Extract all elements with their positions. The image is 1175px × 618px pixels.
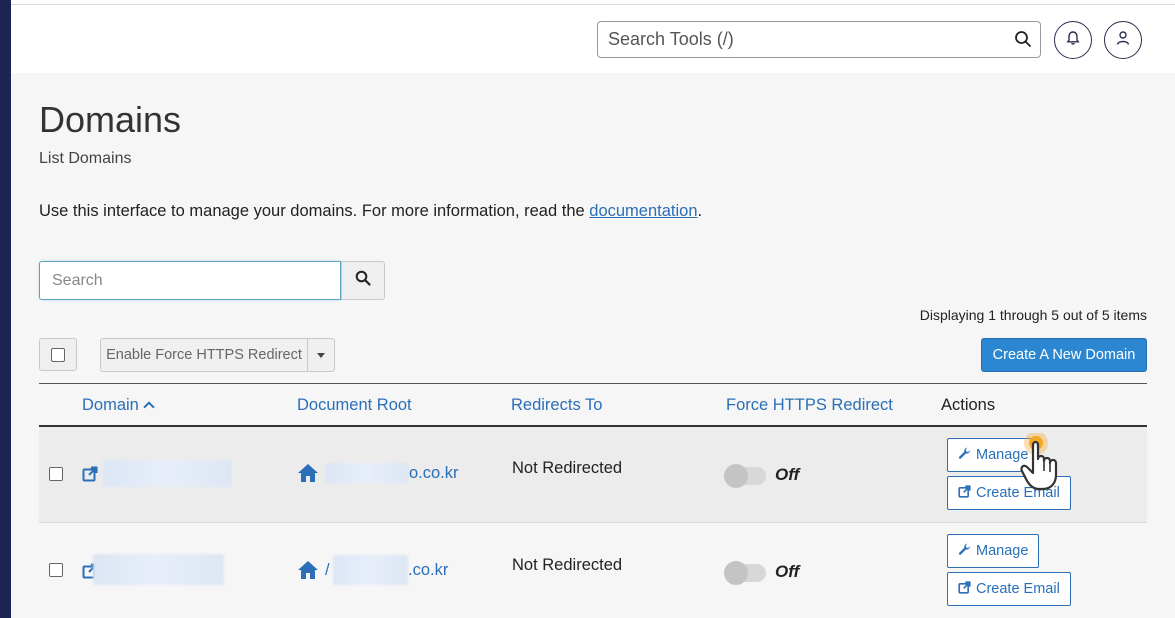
domain-search-input[interactable] bbox=[40, 262, 340, 299]
main-content: Domains List Domains Use this interface … bbox=[11, 73, 1175, 618]
https-dropdown-toggle[interactable] bbox=[308, 338, 335, 372]
force-https-toggle[interactable] bbox=[724, 464, 766, 488]
create-new-domain-button[interactable]: Create A New Domain bbox=[981, 338, 1147, 372]
table-header: Domain Document Root Redirects To Force … bbox=[39, 383, 1147, 427]
enable-force-https-button[interactable]: Enable Force HTTPS Redirect bbox=[100, 338, 308, 372]
table-row: / .co.kr Not Redirected Off Manage Creat… bbox=[39, 523, 1147, 618]
hand-pointer-icon bbox=[1019, 431, 1091, 510]
toggle-state-label: Off bbox=[775, 562, 800, 581]
documentation-link[interactable]: documentation bbox=[589, 202, 697, 220]
column-header-force-https[interactable]: Force HTTPS Redirect bbox=[726, 396, 893, 415]
notifications-button[interactable] bbox=[1054, 21, 1092, 59]
tools-search[interactable] bbox=[597, 21, 1041, 58]
create-email-button[interactable]: Create Email bbox=[947, 572, 1071, 606]
caret-down-icon bbox=[317, 352, 325, 358]
user-menu-button[interactable] bbox=[1104, 21, 1142, 59]
redirects-to-value: Not Redirected bbox=[512, 556, 623, 574]
external-link-icon[interactable] bbox=[82, 466, 98, 487]
redacted-domain bbox=[103, 460, 232, 487]
top-header bbox=[11, 4, 1175, 73]
page-subtitle: List Domains bbox=[39, 150, 132, 167]
wrench-icon bbox=[958, 543, 971, 560]
checkbox[interactable] bbox=[49, 467, 63, 481]
external-link-icon bbox=[958, 484, 971, 502]
tools-search-input[interactable] bbox=[598, 22, 998, 57]
search-icon[interactable] bbox=[1014, 30, 1032, 53]
checkbox[interactable] bbox=[49, 563, 63, 577]
force-https-toggle[interactable] bbox=[724, 561, 766, 585]
bell-icon bbox=[1065, 30, 1081, 51]
create-email-label: Create Email bbox=[976, 581, 1060, 597]
description-suffix: . bbox=[697, 202, 703, 220]
search-icon bbox=[355, 270, 371, 291]
home-icon bbox=[297, 463, 319, 488]
description-text: Use this interface to manage your domain… bbox=[39, 202, 590, 220]
table-row: o.co.kr Not Redirected Off Manage Create… bbox=[39, 427, 1147, 523]
domains-table: Domain Document Root Redirects To Force … bbox=[39, 383, 1147, 618]
row-checkbox[interactable] bbox=[49, 563, 63, 577]
toggle-knob bbox=[724, 561, 748, 585]
redirects-to-value: Not Redirected bbox=[512, 459, 623, 477]
home-icon bbox=[297, 560, 319, 585]
column-label: Domain bbox=[82, 396, 139, 414]
wrench-icon bbox=[958, 447, 971, 464]
docroot-link[interactable]: / bbox=[325, 561, 330, 580]
sort-ascending-icon bbox=[143, 401, 155, 413]
column-header-document-root[interactable]: Document Root bbox=[297, 396, 412, 415]
external-link-icon bbox=[958, 580, 971, 598]
page-title: Domains bbox=[39, 99, 182, 140]
select-all-checkbox[interactable] bbox=[39, 338, 77, 371]
docroot-suffix[interactable]: .co.kr bbox=[408, 561, 448, 580]
toggle-knob bbox=[724, 464, 748, 488]
toggle-state-label: Off bbox=[775, 465, 800, 484]
column-header-actions: Actions bbox=[941, 396, 996, 414]
manage-label: Manage bbox=[976, 543, 1029, 559]
domain-search-box[interactable] bbox=[39, 261, 341, 300]
page-description: Use this interface to manage your domain… bbox=[39, 202, 702, 221]
column-header-redirects-to[interactable]: Redirects To bbox=[511, 396, 602, 415]
user-icon bbox=[1115, 30, 1131, 51]
domain-search-button[interactable] bbox=[341, 261, 385, 300]
redacted-docroot bbox=[325, 463, 409, 483]
manage-button[interactable]: Manage bbox=[947, 534, 1040, 568]
redacted-docroot bbox=[333, 555, 408, 585]
docroot-link[interactable]: o.co.kr bbox=[409, 464, 459, 483]
row-checkbox[interactable] bbox=[49, 467, 63, 481]
checkbox[interactable] bbox=[51, 347, 65, 362]
redacted-domain bbox=[93, 554, 224, 585]
pagination-summary: Displaying 1 through 5 out of 5 items bbox=[919, 307, 1147, 323]
left-sidebar-strip bbox=[0, 0, 11, 618]
column-header-domain[interactable]: Domain bbox=[82, 396, 155, 415]
